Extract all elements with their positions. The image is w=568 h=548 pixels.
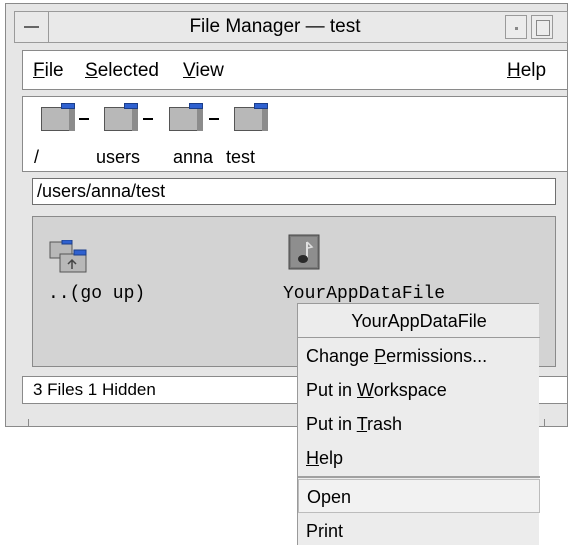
file-label-go-up[interactable]: ..(go up)	[48, 282, 145, 306]
folder-icon-users[interactable]	[104, 103, 138, 131]
breadcrumb-label-anna[interactable]: anna	[173, 145, 213, 169]
menu-item-put-in-workspace[interactable]: Put in Workspace	[298, 373, 540, 407]
breadcrumb-label-root[interactable]: /	[34, 145, 39, 169]
context-menu: YourAppDataFile Change Permissions... Pu…	[297, 303, 540, 548]
maximize-icon[interactable]	[531, 15, 553, 39]
menu-item-help[interactable]: Help	[298, 441, 540, 475]
folder-icon-test[interactable]	[234, 103, 268, 131]
menu-item-open[interactable]: Open	[298, 479, 540, 513]
go-up-folder-icon[interactable]	[48, 239, 90, 274]
breadcrumb-label-users[interactable]: users	[96, 145, 140, 169]
menu-separator	[298, 476, 540, 478]
menu-selected[interactable]: Selected	[85, 57, 159, 85]
folder-icon-root[interactable]	[41, 103, 75, 131]
breadcrumb-separator	[143, 118, 153, 120]
menu-bar: File Selected View Help	[22, 50, 568, 90]
menu-view[interactable]: View	[183, 57, 224, 85]
breadcrumb-separator	[209, 118, 219, 120]
menu-item-put-in-trash[interactable]: Put in Trash	[298, 407, 540, 441]
menu-help[interactable]: Help	[507, 57, 546, 85]
window-title: File Manager — test	[189, 16, 361, 37]
menu-item-print[interactable]: Print	[298, 514, 540, 548]
breadcrumb-separator	[79, 118, 89, 120]
path-field[interactable]: /users/anna/test	[32, 178, 556, 205]
data-file-icon[interactable]	[287, 234, 323, 270]
context-menu-title: YourAppDataFile	[298, 304, 540, 338]
breadcrumb-label-test[interactable]: test	[226, 145, 255, 169]
minimize-icon[interactable]	[505, 15, 527, 39]
menu-item-change-permissions[interactable]: Change Permissions...	[298, 339, 540, 373]
title-bar[interactable]: File Manager — test	[14, 11, 568, 43]
menu-file[interactable]: File	[33, 57, 64, 85]
folder-icon-anna[interactable]	[169, 103, 203, 131]
